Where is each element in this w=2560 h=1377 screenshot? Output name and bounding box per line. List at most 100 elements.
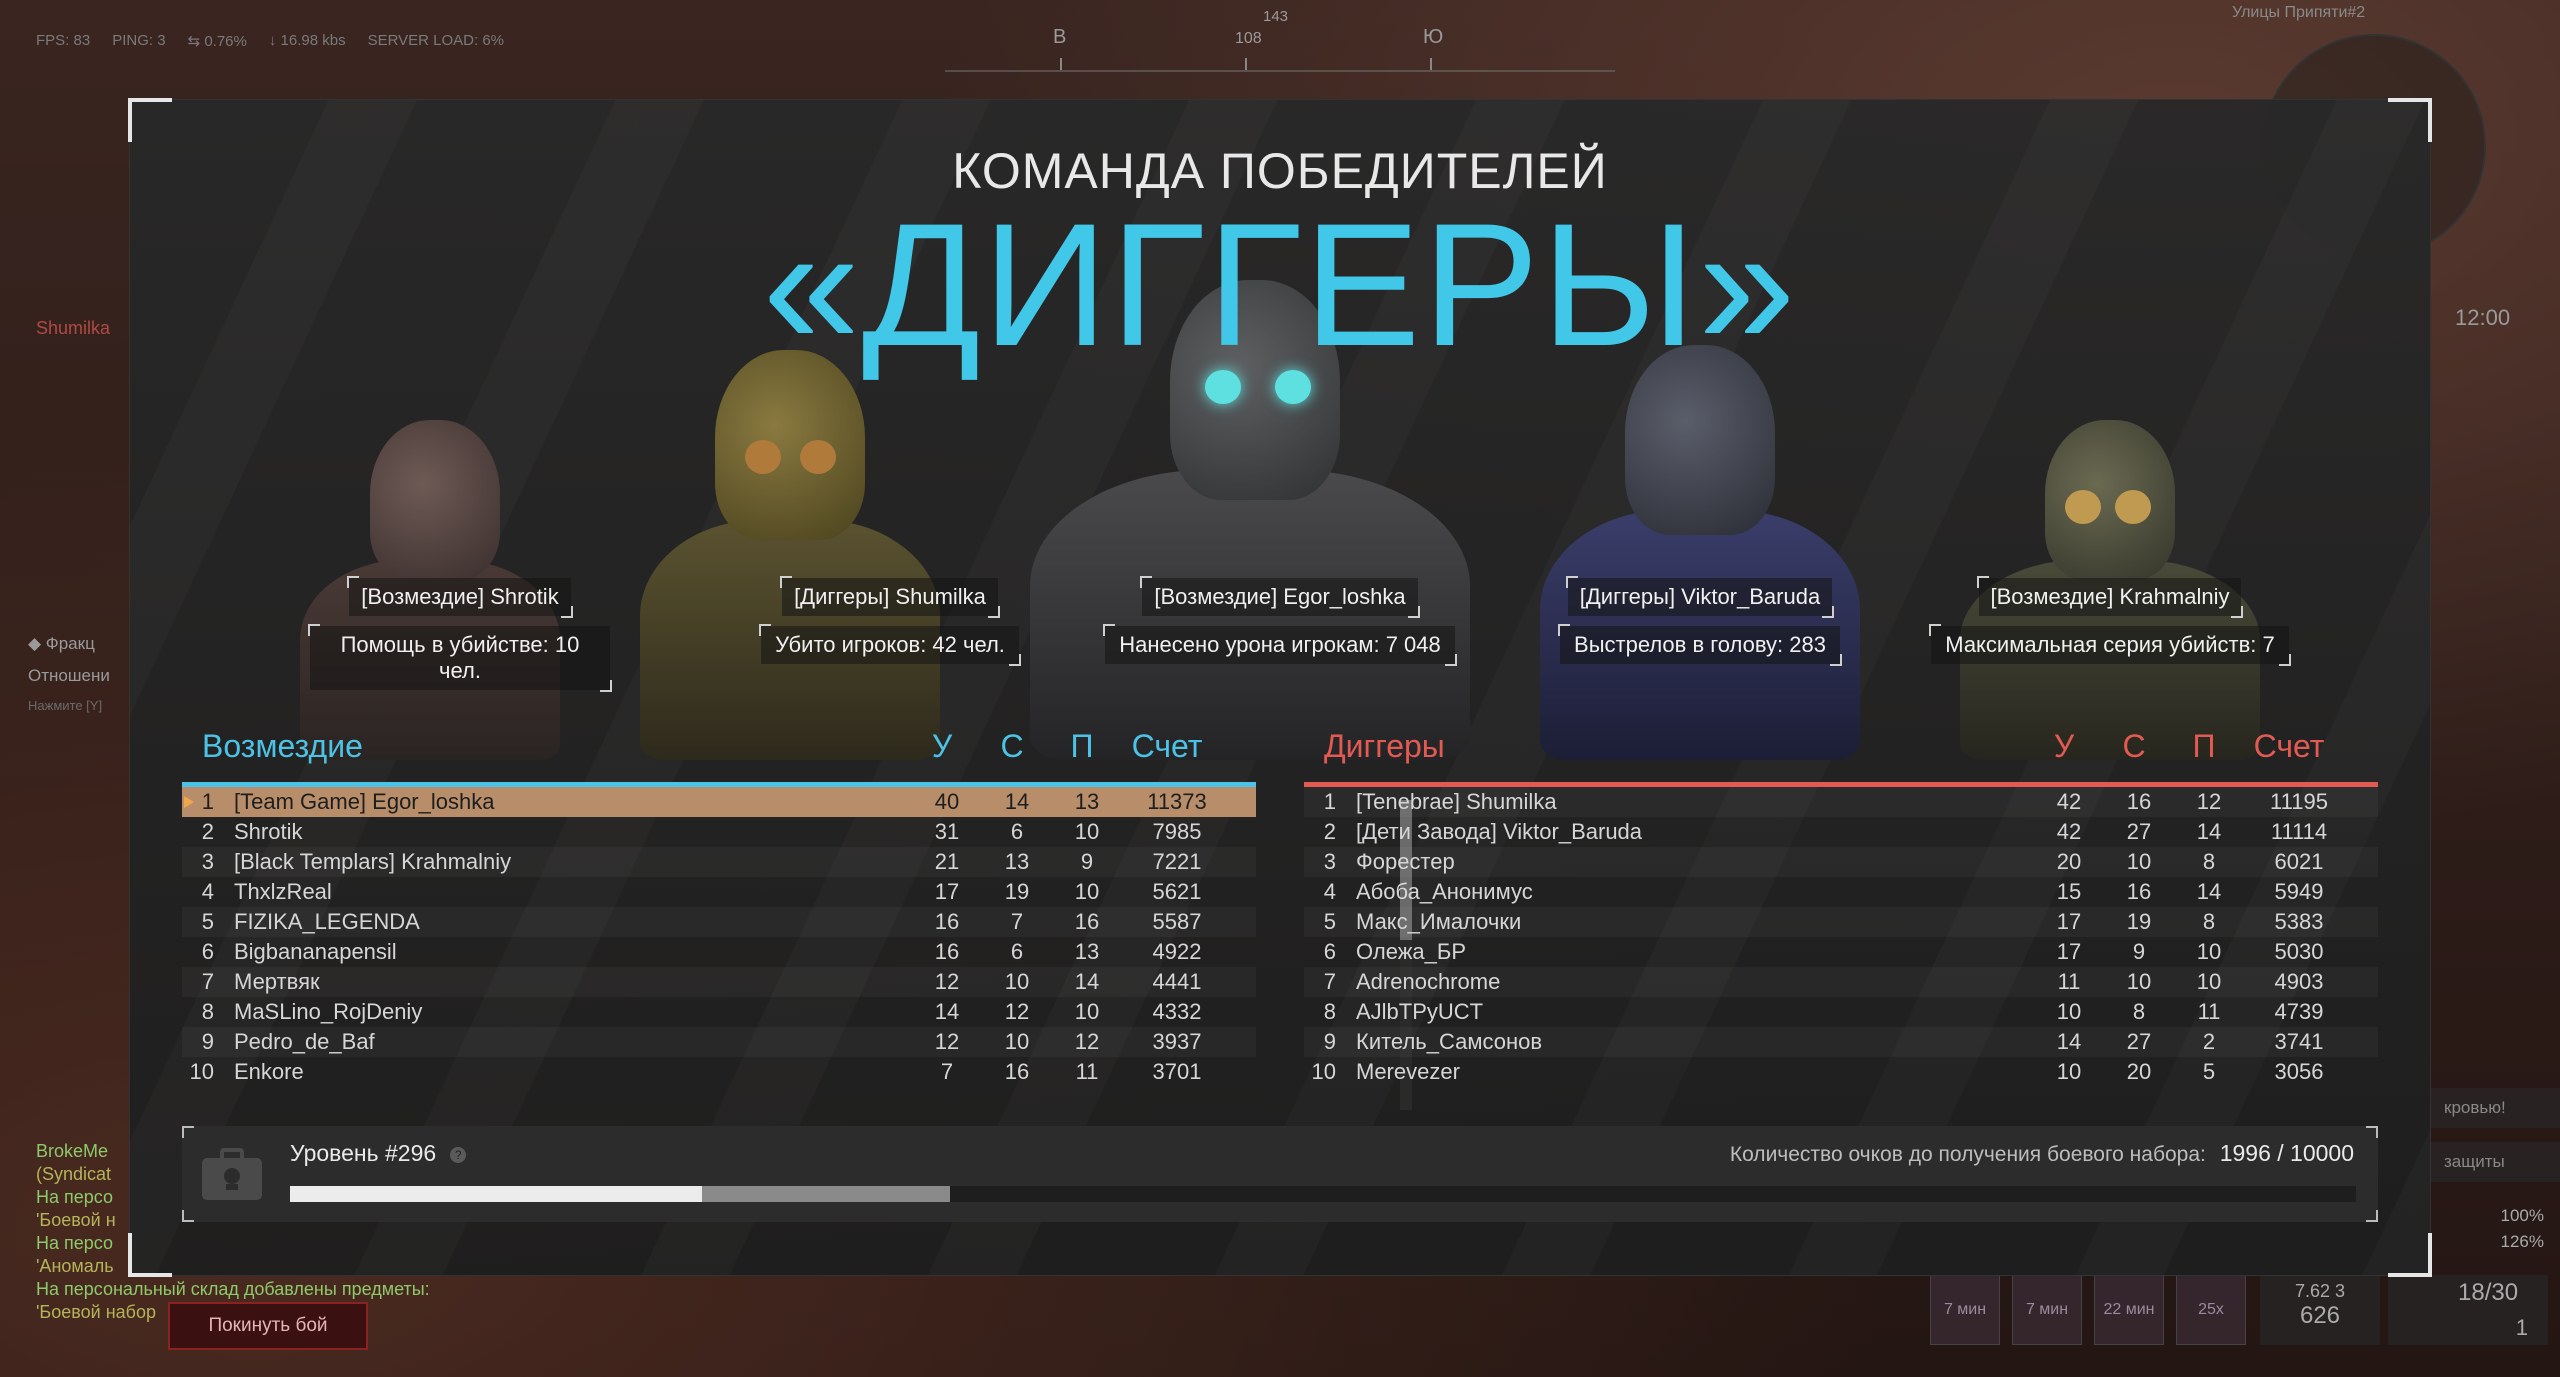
- row-deaths: 27: [2126, 819, 2152, 844]
- table-row[interactable]: 1 [Tenebrae] Shumilka 42 16 12 11195: [1304, 787, 2378, 817]
- buff-slot[interactable]: 22 мин: [2094, 1275, 2164, 1345]
- table-row[interactable]: 10 Merevezer 10 20 5 3056: [1304, 1057, 2378, 1087]
- table-row[interactable]: 8 AJlbTPyUCT 10 8 11 4739: [1304, 997, 2378, 1027]
- row-rank: 7: [1323, 969, 1336, 994]
- row-player-name: Форестер: [1356, 849, 1455, 874]
- team-header: Возмездие У С П Счет: [182, 724, 1256, 768]
- table-row[interactable]: 6 Bigbananapensil 16 6 13 4922: [182, 937, 1256, 967]
- table-row[interactable]: 3 [Black Templars] Krahmalniy 21 13 9 7221: [182, 847, 1256, 877]
- row-score: 5587: [1152, 909, 1202, 934]
- soldier-portrait: [630, 340, 950, 760]
- row-kills: 17: [2056, 939, 2082, 964]
- row-deaths: 10: [2126, 849, 2152, 874]
- row-assists: 14: [2196, 819, 2222, 844]
- award-stat: Максимальная серия убийств: 7: [1929, 624, 2292, 666]
- buff-slot[interactable]: 7 мин: [2012, 1275, 2082, 1345]
- col-deaths: С: [1000, 728, 1024, 764]
- faction-title: ◆ Фракц: [28, 634, 95, 653]
- row-kills: 40: [934, 789, 960, 814]
- row-rank: 1: [201, 789, 214, 814]
- row-rank: 7: [201, 969, 214, 994]
- row-assists: 14: [1074, 969, 1100, 994]
- row-assists: 13: [1074, 789, 1100, 814]
- row-score: 5030: [2274, 939, 2324, 964]
- table-row[interactable]: 4 Абоба_Анонимус 15 16 14 5949: [1304, 877, 2378, 907]
- row-assists: 9: [1080, 849, 1094, 874]
- fps-counter: FPS: 83: [36, 32, 91, 49]
- table-row[interactable]: 7 Adrenochrome 11 10 10 4903: [1304, 967, 2378, 997]
- leave-battle-button[interactable]: Покинуть бой: [168, 1302, 368, 1350]
- row-player-name: AJlbTPyUCT: [1356, 999, 1484, 1024]
- table-row[interactable]: 9 Китель_Самсонов 14 27 2 3741: [1304, 1027, 2378, 1057]
- team-rows[interactable]: 1 [Tenebrae] Shumilka 42 16 12 11195 2 [Дети За…: [1304, 787, 2378, 1097]
- multiplier: 25x: [2198, 1301, 2224, 1318]
- row-kills: 12: [934, 969, 960, 994]
- compass-mid: 108: [1235, 30, 1262, 47]
- faction-relations: Отношени: [28, 666, 110, 685]
- row-kills: 16: [934, 909, 960, 934]
- row-deaths: 13: [1004, 849, 1030, 874]
- row-rank: 4: [201, 879, 214, 904]
- row-assists: 10: [2196, 939, 2222, 964]
- row-deaths: 12: [1004, 999, 1030, 1024]
- network-stats: FPS: 83 PING: 3 ⇆ 0.76% ↓ 16.98 kbs SERV…: [36, 32, 504, 50]
- row-kills: 15: [2056, 879, 2082, 904]
- table-row[interactable]: 10 Enkore 7 16 11 3701: [182, 1057, 1256, 1087]
- row-kills: 17: [934, 879, 960, 904]
- row-assists: 10: [2196, 969, 2222, 994]
- row-score: 4922: [1152, 939, 1202, 964]
- chat-line: На персональный склад добавлены предметы…: [36, 1279, 430, 1299]
- row-score: 5383: [2274, 909, 2324, 934]
- row-player-name: Adrenochrome: [1356, 969, 1501, 994]
- row-rank: 5: [201, 909, 214, 934]
- faction-widget[interactable]: ◆ Фракц Отношени Нажмите [Y]: [28, 634, 138, 744]
- team-rows[interactable]: 1 [Team Game] Egor_loshka 40 14 13 11373 2 Shro…: [182, 787, 1256, 1097]
- compass-south: Ю: [1423, 26, 1444, 48]
- diamond-icon: ◆: [28, 634, 46, 653]
- packet-loss: ⇆ 0.76%: [187, 33, 247, 50]
- award-stat: Помощь в убийстве: 10 чел.: [308, 624, 612, 692]
- col-kills: У: [931, 728, 953, 764]
- frame-corner: [128, 98, 172, 142]
- hud-button[interactable]: кровью!: [2430, 1088, 2560, 1128]
- row-deaths: 10: [1004, 1029, 1030, 1054]
- table-row[interactable]: 2 Shrotik 31 6 10 7985: [182, 817, 1256, 847]
- row-rank: 10: [189, 1059, 214, 1084]
- award-card: [Диггеры] Viktor_Baruda Выстрелов в голо…: [1530, 576, 1870, 666]
- row-assists: 5: [2202, 1059, 2216, 1084]
- row-kills: 7: [940, 1059, 954, 1084]
- hud-button[interactable]: защиты: [2430, 1142, 2560, 1182]
- table-row[interactable]: 2 [Дети Завода] Viktor_Baruda 42 27 14 11114: [1304, 817, 2378, 847]
- table-row[interactable]: 5 FIZIKA_LEGENDA 16 7 16 5587: [182, 907, 1256, 937]
- map-name: Улицы Припяти#2: [2232, 4, 2366, 21]
- row-score: 4332: [1152, 999, 1202, 1024]
- points-info: Количество очков до получения боевого на…: [1730, 1140, 2354, 1167]
- table-row[interactable]: 7 Мертвяк 12 10 14 4441: [182, 967, 1256, 997]
- player-tag: Shumilka: [36, 318, 111, 338]
- row-deaths: 19: [1004, 879, 1030, 904]
- table-row[interactable]: 3 Форестер 20 10 8 6021: [1304, 847, 2378, 877]
- frame-corner: [2388, 1233, 2432, 1277]
- help-icon[interactable]: ?: [450, 1146, 467, 1163]
- row-deaths: 8: [2132, 999, 2146, 1024]
- buff-slot[interactable]: 7 мин: [1930, 1275, 2000, 1345]
- winning-team-name: «ДИГГЕРЫ»: [762, 188, 1798, 383]
- row-deaths: 14: [1004, 789, 1030, 814]
- table-row[interactable]: 1 [Team Game] Egor_loshka 40 14 13 11373: [182, 787, 1256, 817]
- table-row[interactable]: 8 MaSLino_RojDeniy 14 12 10 4332: [182, 997, 1256, 1027]
- row-score: 11373: [1147, 789, 1207, 814]
- table-row[interactable]: 4 ThxlzReal 17 19 10 5621: [182, 877, 1256, 907]
- row-kills: 42: [2056, 819, 2082, 844]
- points-label: Количество очков до получения боевого на…: [1729, 1143, 2206, 1166]
- row-rank: 6: [1323, 939, 1336, 964]
- table-row[interactable]: 6 Олежа_БР 17 9 10 5030: [1304, 937, 2378, 967]
- item-slot[interactable]: 25x: [2176, 1275, 2246, 1345]
- progress-fill: [290, 1186, 703, 1202]
- compass-tick: [1245, 58, 1247, 70]
- table-row[interactable]: 9 Pedro_de_Baf 12 10 12 3937: [182, 1027, 1256, 1057]
- row-player-name: Макс_Ималочки: [1356, 909, 1522, 934]
- row-player-name: [Дети Завода] Viktor_Baruda: [1356, 819, 1643, 844]
- table-row[interactable]: 5 Макс_Ималочки 17 19 8 5383: [1304, 907, 2378, 937]
- level-progress-box: Уровень #296? Количество очков до получе…: [182, 1126, 2378, 1222]
- row-score: 3937: [1152, 1029, 1202, 1054]
